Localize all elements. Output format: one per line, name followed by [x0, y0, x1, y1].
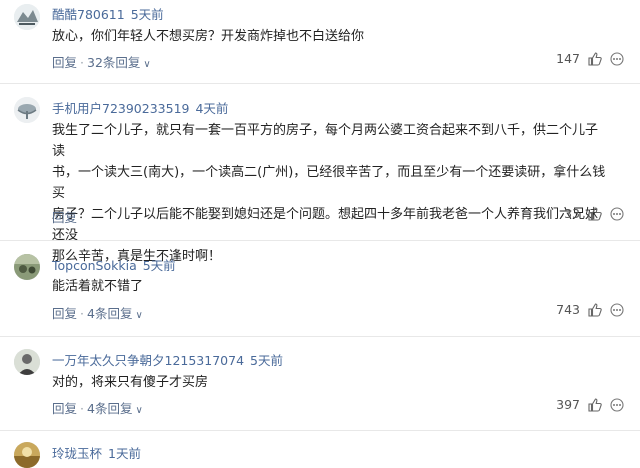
comment-text-line: 书，一个读大三(南大)，一个读高二(广州)，已经很辛苦了，而且至少有一个还要读研…	[52, 165, 606, 201]
view-replies-button[interactable]: 32条回复	[87, 55, 140, 70]
reply-button[interactable]: 回复	[52, 210, 77, 225]
comment-username[interactable]: 手机用户72390233519	[52, 101, 189, 116]
reply-button[interactable]: 回复	[52, 306, 77, 321]
avatar[interactable]	[14, 254, 40, 280]
thumbs-up-icon[interactable]	[588, 206, 602, 221]
reply-button[interactable]: 回复	[52, 55, 77, 70]
reply-button[interactable]: 回复	[52, 401, 77, 416]
comment-text: 对的，将来只有傻子才买房	[52, 375, 209, 390]
comment-username[interactable]: 一万年太久只争朝夕1215317074	[52, 353, 244, 368]
comment-time: 5天前	[130, 7, 164, 22]
thumbs-up-icon[interactable]	[588, 51, 602, 66]
comment-text: 放心，你们年轻人不想买房？开发商炸掉也不白送给你	[52, 29, 365, 44]
more-options-icon[interactable]	[610, 206, 624, 221]
divider	[0, 83, 640, 84]
comment-text-line: 我生了二个儿子，就只有一套一百平方的房子，每个月两公婆工资合起来不到八千，供二个…	[52, 123, 599, 159]
avatar[interactable]	[14, 349, 40, 375]
thumbs-up-icon[interactable]	[588, 397, 602, 412]
view-replies-button[interactable]: 4条回复	[87, 401, 132, 416]
more-options-icon[interactable]	[610, 397, 624, 412]
avatar[interactable]	[14, 442, 40, 468]
comment-time: 5天前	[250, 353, 283, 368]
avatar[interactable]	[14, 97, 40, 123]
divider	[0, 430, 640, 431]
chevron-down-icon: ∨	[135, 310, 143, 321]
chevron-down-icon: ∨	[143, 59, 151, 70]
more-options-icon[interactable]	[610, 51, 624, 66]
comment-username[interactable]: 玲珑玉杯	[52, 446, 102, 461]
more-options-icon[interactable]	[610, 302, 624, 317]
comment-time: 5天前	[142, 258, 176, 273]
avatar[interactable]	[14, 4, 40, 30]
divider	[0, 240, 640, 241]
thumbs-up-icon[interactable]	[588, 302, 602, 317]
comment-text: 我生了二个儿子，就只有一套一百平方的房子，每个月两公婆工资合起来不到八千，供二个…	[52, 120, 608, 267]
like-count: 147	[556, 51, 580, 66]
like-count: 743	[556, 302, 580, 317]
comment-username[interactable]: 酷酷780611	[52, 7, 125, 22]
comment-username[interactable]: TopconSokkia	[52, 258, 137, 273]
divider	[0, 336, 640, 337]
like-count: 397	[556, 397, 580, 412]
chevron-down-icon: ∨	[135, 405, 143, 416]
comment-time: 4天前	[195, 101, 229, 116]
view-replies-button[interactable]: 4条回复	[87, 306, 132, 321]
like-count: 33	[564, 206, 580, 221]
comment-text: 能活着就不错了	[52, 279, 144, 294]
comment-time: 1天前	[108, 446, 141, 461]
